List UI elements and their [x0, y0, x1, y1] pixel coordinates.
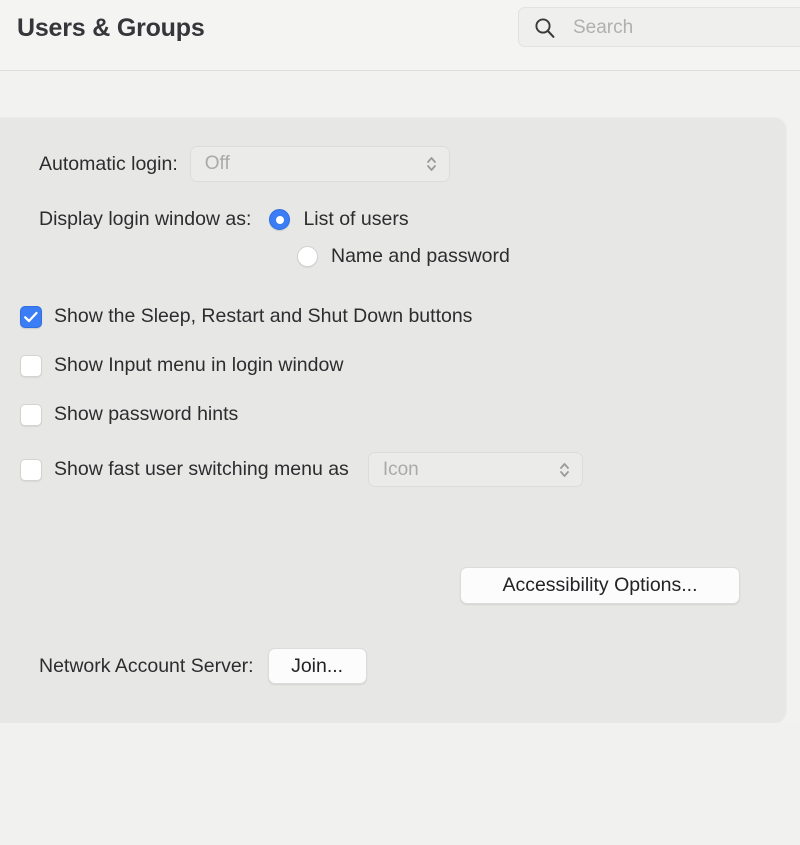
checkbox-label-show-sleep-restart-shutdown: Show the Sleep, Restart and Shut Down bu…: [54, 305, 472, 328]
checkbox-label-show-input-menu: Show Input menu in login window: [54, 354, 343, 377]
checkbox-show-input-menu[interactable]: Show Input menu in login window: [20, 354, 343, 377]
checkbox-unchecked-icon: [20, 404, 42, 426]
checkbox-label-show-fast-user-switching: Show fast user switching menu as: [54, 458, 349, 481]
users-and-groups-window: Users & Groups Search Automatic login: O…: [0, 0, 800, 845]
chevron-updown-icon: [425, 153, 438, 175]
radio-button-unselected-icon: [297, 246, 318, 267]
checkbox-show-fast-user-switching[interactable]: Show fast user switching menu as Icon: [20, 452, 583, 487]
checkbox-unchecked-icon: [20, 459, 42, 481]
network-account-server-label: Network Account Server:: [39, 655, 254, 678]
window-header: Users & Groups Search: [0, 0, 800, 71]
checkbox-show-password-hints[interactable]: Show password hints: [20, 403, 238, 426]
automatic-login-value: Off: [191, 153, 230, 175]
accessibility-options-button[interactable]: Accessibility Options...: [460, 567, 740, 604]
search-placeholder: Search: [573, 17, 633, 39]
window-footer: t further changes. ? wsxdn.com: [0, 723, 800, 845]
radio-option-name-and-password[interactable]: Name and password: [297, 245, 510, 268]
radio-label-name-and-password: Name and password: [331, 245, 510, 268]
checkbox-checked-icon: [20, 306, 42, 328]
checkbox-unchecked-icon: [20, 355, 42, 377]
checkmark-icon: [21, 307, 41, 327]
chevron-updown-icon: [558, 459, 571, 481]
checkbox-show-sleep-restart-shutdown[interactable]: Show the Sleep, Restart and Shut Down bu…: [20, 305, 472, 328]
automatic-login-row: Automatic login: Off: [39, 146, 450, 182]
join-button[interactable]: Join...: [268, 648, 367, 684]
display-login-window-row: Display login window as: List of users: [39, 208, 409, 231]
fast-user-switching-value: Icon: [369, 459, 419, 481]
search-input[interactable]: Search: [518, 7, 800, 47]
display-login-window-label: Display login window as:: [39, 208, 251, 231]
automatic-login-select[interactable]: Off: [190, 146, 450, 182]
radio-label-list-of-users: List of users: [303, 208, 408, 231]
radio-button-selected-icon: [269, 209, 290, 230]
search-icon: [534, 17, 556, 39]
page-title: Users & Groups: [17, 14, 205, 43]
login-options-panel: Automatic login: Off Display login windo…: [0, 118, 786, 723]
fast-user-switching-select[interactable]: Icon: [368, 452, 583, 487]
automatic-login-label: Automatic login:: [39, 153, 178, 176]
radio-option-list-of-users[interactable]: List of users: [269, 208, 408, 231]
checkbox-label-show-password-hints: Show password hints: [54, 403, 238, 426]
network-account-server-row: Network Account Server: Join...: [39, 648, 367, 684]
